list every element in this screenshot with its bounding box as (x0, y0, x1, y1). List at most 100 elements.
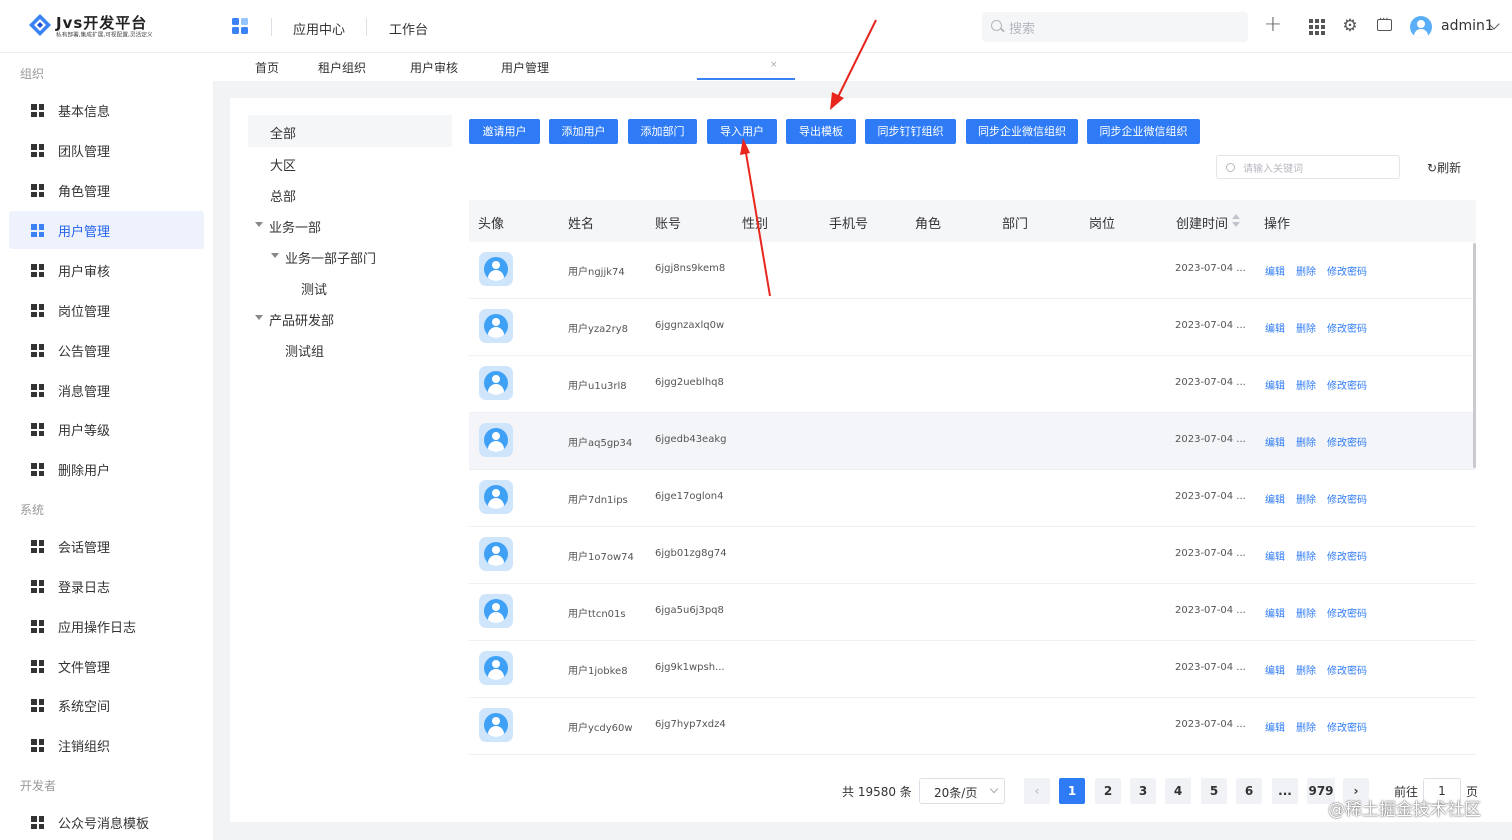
sidebar-item-files[interactable]: 文件管理 (9, 647, 204, 685)
tree-node[interactable]: 测试组 (285, 341, 324, 360)
sidebar-item-app-logs[interactable]: 应用操作日志 (9, 607, 204, 645)
sidebar-item-announcements[interactable]: 公告管理 (9, 331, 204, 369)
change-password-link[interactable]: 修改密码 (1327, 491, 1367, 506)
sidebar-item-deregister-org[interactable]: 注销组织 (9, 726, 204, 764)
change-password-link[interactable]: 修改密码 (1327, 605, 1367, 620)
caret-down-icon[interactable] (255, 222, 263, 227)
table-row[interactable]: 用户u1u3rl8 6jgg2ueblhq8 2023-07-04 ... 编辑… (469, 356, 1476, 413)
edit-link[interactable]: 编辑 (1265, 548, 1285, 563)
user-name[interactable]: admin1 (1441, 18, 1494, 34)
refresh-button[interactable]: ↻刷新 (1427, 159, 1461, 176)
global-search-input[interactable]: 搜索 (982, 12, 1248, 42)
edit-link[interactable]: 编辑 (1265, 434, 1285, 449)
tab-user-review[interactable]: 用户审核 (410, 59, 458, 76)
sidebar-item-wechat-templates[interactable]: 公众号消息模板 (9, 803, 204, 840)
sync-wecom-button[interactable]: 同步企业微信组织 (966, 119, 1078, 144)
user-avatar[interactable] (1410, 16, 1432, 38)
tree-node-all[interactable]: 全部 (270, 123, 296, 142)
caret-down-icon[interactable] (271, 253, 279, 258)
gear-icon[interactable]: ⚙ (1340, 16, 1360, 36)
sidebar-item-users[interactable]: 用户管理 (9, 211, 204, 249)
tree-node[interactable]: 产品研发部 (269, 310, 334, 329)
tree-node[interactable]: 测试 (301, 279, 327, 298)
change-password-link[interactable]: 修改密码 (1327, 548, 1367, 563)
delete-link[interactable]: 删除 (1296, 548, 1316, 563)
caret-down-icon[interactable] (255, 315, 263, 320)
sidebar-item-messages[interactable]: 消息管理 (9, 371, 204, 409)
apps-icon[interactable] (232, 18, 250, 36)
plus-icon[interactable]: + (1263, 14, 1283, 36)
change-password-link[interactable]: 修改密码 (1327, 377, 1367, 392)
grid-icon[interactable] (1306, 16, 1326, 36)
edit-link[interactable]: 编辑 (1265, 605, 1285, 620)
import-users-button[interactable]: 导入用户 (707, 119, 777, 144)
sync-dingtalk-button[interactable]: 同步钉钉组织 (865, 119, 956, 144)
tree-node[interactable]: 业务一部 (269, 217, 321, 236)
sidebar-item-basic-info[interactable]: 基本信息 (9, 91, 204, 129)
delete-link[interactable]: 删除 (1296, 320, 1316, 335)
keyword-search-input[interactable]: 请输入关键词 (1216, 155, 1400, 179)
page-5-button[interactable]: 5 (1201, 778, 1227, 804)
add-user-button[interactable]: 添加用户 (549, 119, 618, 144)
delete-link[interactable]: 删除 (1296, 719, 1316, 734)
prev-page-button[interactable]: ‹ (1024, 778, 1050, 804)
table-row[interactable]: 用户ycdy60w 6jg7hyp7xdz4 2023-07-04 ... 编辑… (469, 698, 1476, 755)
tab-user-management[interactable]: 用户管理 (501, 59, 549, 76)
nav-app-center[interactable]: 应用中心 (293, 19, 345, 38)
tree-node[interactable]: 总部 (270, 186, 296, 205)
sidebar-item-roles[interactable]: 角色管理 (9, 171, 204, 209)
table-row[interactable]: 用户7dn1ips 6jge17oglon4 2023-07-04 ... 编辑… (469, 470, 1476, 527)
column-header-sortable[interactable]: 创建时间 (1176, 213, 1228, 232)
sort-icon[interactable] (1232, 214, 1240, 228)
sidebar-item-deleted-users[interactable]: 删除用户 (9, 450, 204, 488)
change-password-link[interactable]: 修改密码 (1327, 662, 1367, 677)
table-row-hovered[interactable]: 用户aq5gp34 6jgedb43eakg 2023-07-04 ... 编辑… (469, 413, 1476, 470)
delete-link[interactable]: 删除 (1296, 605, 1316, 620)
logo[interactable]: Jvs开发平台 私有部署,集成扩展,可视配置,灵活定义 (28, 11, 178, 41)
sidebar-item-sessions[interactable]: 会话管理 (9, 527, 204, 565)
delete-link[interactable]: 删除 (1296, 491, 1316, 506)
sidebar-item-team[interactable]: 团队管理 (9, 131, 204, 169)
table-row[interactable]: 用户ttcn01s 6jga5u6j3pq8 2023-07-04 ... 编辑… (469, 584, 1476, 641)
message-icon[interactable] (1377, 14, 1392, 31)
edit-link[interactable]: 编辑 (1265, 491, 1285, 506)
sync-wecom-button-2[interactable]: 同步企业微信组织 (1087, 119, 1200, 144)
tab-home[interactable]: 首页 (255, 59, 279, 76)
tab-tenant-org[interactable]: 租户组织 (318, 59, 366, 76)
edit-link[interactable]: 编辑 (1265, 719, 1285, 734)
page-6-button[interactable]: 6 (1236, 778, 1262, 804)
edit-link[interactable]: 编辑 (1265, 377, 1285, 392)
edit-link[interactable]: 编辑 (1265, 662, 1285, 677)
delete-link[interactable]: 删除 (1296, 434, 1316, 449)
tree-node[interactable]: 业务一部子部门 (285, 248, 376, 267)
table-row[interactable]: 用户ngjjk74 6jgj8ns9kem8 2023-07-04 ... 编辑… (469, 242, 1476, 299)
edit-link[interactable]: 编辑 (1265, 320, 1285, 335)
change-password-link[interactable]: 修改密码 (1327, 719, 1367, 734)
delete-link[interactable]: 删除 (1296, 377, 1316, 392)
table-row[interactable]: 用户yza2ry8 6jggnzaxlq0w 2023-07-04 ... 编辑… (469, 299, 1476, 356)
change-password-link[interactable]: 修改密码 (1327, 320, 1367, 335)
change-password-link[interactable]: 修改密码 (1327, 434, 1367, 449)
edit-link[interactable]: 编辑 (1265, 263, 1285, 278)
more-pages-button[interactable]: ... (1272, 778, 1298, 804)
sidebar-item-posts[interactable]: 岗位管理 (9, 291, 204, 329)
page-1-button[interactable]: 1 (1059, 778, 1085, 804)
page-3-button[interactable]: 3 (1130, 778, 1156, 804)
change-password-link[interactable]: 修改密码 (1327, 263, 1367, 278)
delete-link[interactable]: 删除 (1296, 662, 1316, 677)
export-template-button[interactable]: 导出模板 (786, 119, 856, 144)
table-scrollbar[interactable] (1473, 243, 1476, 468)
table-row[interactable]: 用户1jobke8 6jg9k1wpsh... 2023-07-04 ... 编… (469, 641, 1476, 698)
page-size-select[interactable]: 20条/页 (919, 778, 1005, 804)
sidebar-item-user-levels[interactable]: 用户等级 (9, 410, 204, 448)
tree-node[interactable]: 大区 (270, 155, 296, 174)
add-dept-button[interactable]: 添加部门 (628, 119, 697, 144)
table-row[interactable]: 用户1o7ow74 6jgb01zg8g74 2023-07-04 ... 编辑… (469, 527, 1476, 584)
page-2-button[interactable]: 2 (1095, 778, 1121, 804)
sidebar-item-system-space[interactable]: 系统空间 (9, 686, 204, 724)
page-4-button[interactable]: 4 (1165, 778, 1191, 804)
delete-link[interactable]: 删除 (1296, 263, 1316, 278)
close-icon[interactable]: × (770, 60, 778, 70)
nav-workbench[interactable]: 工作台 (389, 19, 428, 38)
invite-user-button[interactable]: 邀请用户 (469, 119, 540, 144)
